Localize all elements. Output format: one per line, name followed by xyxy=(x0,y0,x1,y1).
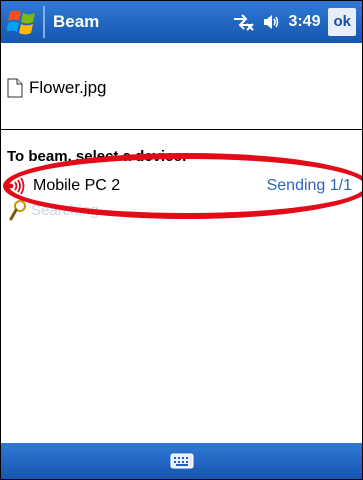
document-icon xyxy=(7,78,23,98)
magnifier-icon xyxy=(9,200,26,221)
status-tray: 3:49 ok xyxy=(232,8,356,36)
clock[interactable]: 3:49 xyxy=(288,13,320,31)
title-separator xyxy=(43,6,45,38)
speaker-icon[interactable] xyxy=(262,13,280,31)
connectivity-icon[interactable] xyxy=(232,13,255,31)
file-item: Flower.jpg xyxy=(7,78,106,98)
start-button[interactable] xyxy=(1,1,43,43)
file-name: Flower.jpg xyxy=(29,78,107,97)
app-title: Beam xyxy=(53,12,100,31)
title-bar: Beam 3:49 ok xyxy=(1,1,362,43)
bottom-menu-bar xyxy=(1,443,362,479)
highlight-ellipse xyxy=(3,153,362,219)
ok-button[interactable]: ok xyxy=(328,8,356,36)
keyboard-icon[interactable] xyxy=(170,453,194,469)
windows-flag-icon xyxy=(7,10,35,35)
screen: Beam 3:49 ok Flower.jpg To beam, select … xyxy=(0,0,363,480)
divider xyxy=(1,129,362,130)
